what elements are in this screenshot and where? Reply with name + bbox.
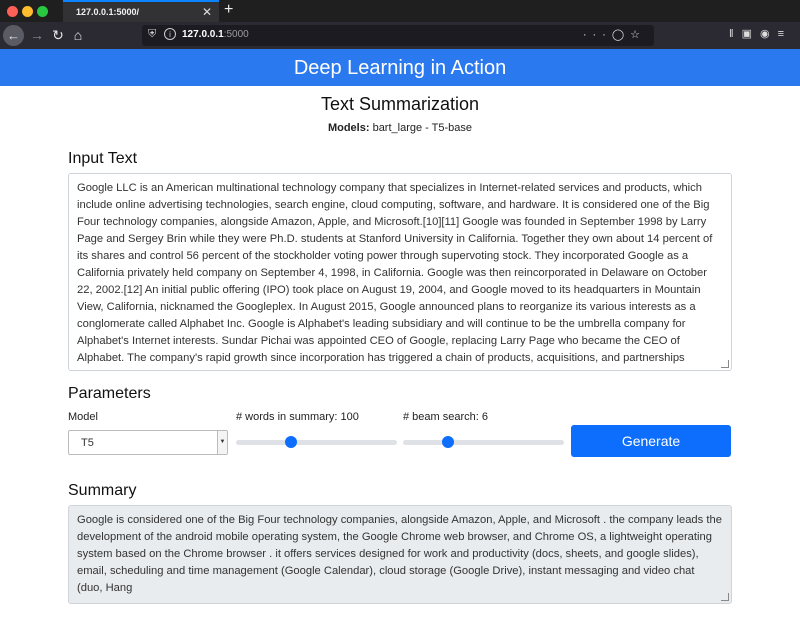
resize-handle-icon[interactable] — [721, 593, 729, 601]
chevron-down-icon[interactable]: ▼ — [217, 431, 227, 454]
more-icon[interactable]: ··· — [583, 29, 612, 41]
pocket-icon[interactable]: ◯ — [612, 29, 630, 41]
resize-handle-icon[interactable] — [721, 360, 729, 368]
tab-title: 127.0.0.1:5000/ — [76, 7, 140, 17]
url-port: :5000 — [223, 29, 249, 40]
minimize-window-button[interactable] — [22, 6, 33, 17]
input-text-area[interactable]: Google LLC is an American multinational … — [68, 173, 732, 371]
app-header: Deep Learning in Action — [0, 49, 800, 86]
beam-slider-thumb[interactable] — [442, 436, 455, 448]
model-label: Model — [68, 411, 98, 423]
input-text-content: Google LLC is an American multinational … — [77, 182, 718, 370]
info-icon[interactable]: i — [164, 28, 176, 40]
model-select-value: T5 — [81, 437, 94, 449]
url-bar[interactable]: ⛨ i 127.0.0.1:5000 ···◯☆ — [142, 25, 654, 46]
back-arrow-icon[interactable]: ← — [3, 25, 24, 46]
model-select[interactable]: T5 ▼ — [68, 430, 228, 455]
beam-slider[interactable] — [403, 436, 564, 448]
browser-nav-bar: ← → ↻ ⌂ ⛨ i 127.0.0.1:5000 ···◯☆ ‖▣◉≡ — [0, 22, 800, 49]
shield-icon[interactable]: ⛨ — [148, 28, 156, 41]
star-icon[interactable]: ☆ — [630, 29, 646, 41]
close-window-button[interactable] — [7, 6, 18, 17]
browser-tab[interactable]: 127.0.0.1:5000/ ✕ — [63, 0, 219, 22]
models-label: Models: — [327, 122, 370, 134]
words-label: # words in summary: 100 — [236, 411, 359, 423]
toolbar-icons: ‖▣◉≡ — [729, 27, 792, 40]
menu-icon[interactable]: ≡ — [778, 28, 792, 40]
url-host: 127.0.0.1 — [182, 29, 224, 40]
parameters-heading: Parameters — [68, 385, 151, 402]
account-icon[interactable]: ◉ — [760, 28, 778, 40]
home-icon[interactable]: ⌂ — [68, 26, 88, 44]
forward-arrow-icon[interactable]: → — [27, 26, 47, 44]
reload-icon[interactable]: ↻ — [48, 26, 68, 44]
models-value: bart_large - T5-base — [369, 122, 473, 134]
new-tab-button[interactable]: + — [224, 1, 233, 19]
sidebar-icon[interactable]: ▣ — [742, 28, 760, 40]
url-actions: ···◯☆ — [583, 28, 646, 41]
words-slider-thumb[interactable] — [284, 436, 297, 448]
summary-heading: Summary — [68, 482, 137, 499]
url-text[interactable]: 127.0.0.1:5000 — [182, 29, 249, 40]
generate-button[interactable]: Generate — [571, 425, 731, 457]
close-tab-icon[interactable]: ✕ — [202, 5, 212, 19]
input-text-heading: Input Text — [68, 150, 138, 167]
words-slider[interactable] — [236, 436, 397, 448]
models-line: Models: bart_large - T5-base — [0, 122, 800, 134]
words-slider-track[interactable] — [236, 440, 397, 445]
summary-text-content: Google is considered one of the Big Four… — [77, 514, 722, 594]
browser-tab-bar: 127.0.0.1:5000/ ✕ + — [0, 0, 800, 22]
page-title: Text Summarization — [320, 94, 480, 114]
library-icon[interactable]: ‖ — [729, 28, 742, 40]
beam-label: # beam search: 6 — [403, 411, 488, 423]
summary-text-area[interactable]: Google is considered one of the Big Four… — [68, 505, 732, 604]
zoom-window-button[interactable] — [37, 6, 48, 17]
beam-slider-track[interactable] — [403, 440, 564, 445]
